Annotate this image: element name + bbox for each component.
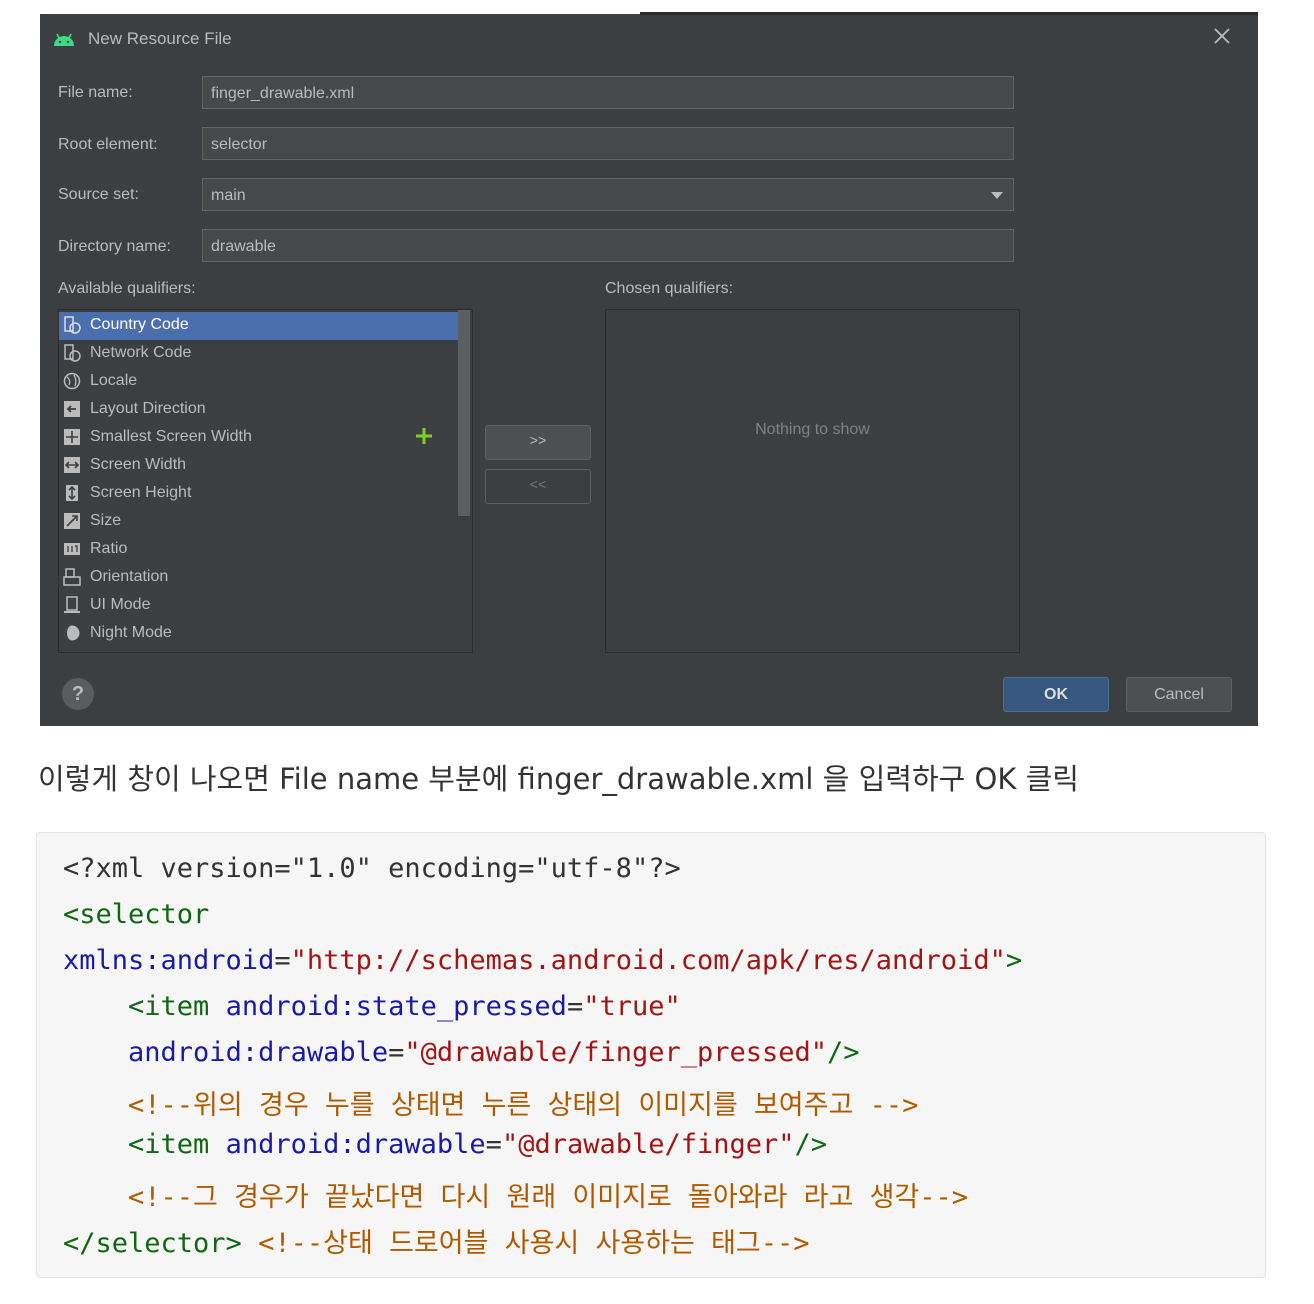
- code-token: =: [566, 991, 584, 1022]
- ide-top-strip: [40, 0, 1258, 15]
- code-block: <?xml version="1.0" encoding="utf-8"?> <…: [36, 832, 1266, 1278]
- qualifier-label: Orientation: [90, 568, 169, 585]
- qualifier-label: Locale: [90, 372, 138, 389]
- screen-height-icon: [66, 485, 78, 501]
- add-qualifier-button[interactable]: >>: [485, 425, 591, 460]
- qualifier-label: Smallest Screen Width: [90, 428, 252, 445]
- root-element-label: Root element:: [58, 136, 158, 153]
- dialog-titlebar: New Resource File: [40, 14, 1258, 64]
- code-line-3: xmlns:android="http://schemas.android.co…: [63, 945, 1022, 976]
- qualifier-label: UI Mode: [90, 596, 151, 613]
- qualifier-item-country-code[interactable]: Country Code: [59, 312, 459, 340]
- qualifier-item-locale[interactable]: Locale: [59, 368, 459, 396]
- code-token: "true": [583, 991, 681, 1022]
- screen-width-icon: [64, 457, 80, 473]
- description-text: 이렇게 창이 나오면 File name 부분에 finger_drawable…: [38, 762, 1079, 796]
- code-token: xmlns:android: [63, 945, 275, 976]
- qualifier-item-orientation[interactable]: Orientation: [59, 564, 459, 592]
- file-name-field[interactable]: finger_drawable.xml: [202, 76, 1014, 109]
- qualifier-label: Screen Height: [90, 484, 192, 501]
- source-set-label: Source set:: [58, 186, 139, 203]
- code-token: =: [388, 1037, 405, 1068]
- qualifier-item-layout-direction[interactable]: Layout Direction: [59, 396, 459, 424]
- chevron-down-icon: [991, 192, 1003, 199]
- qualifier-label: Network Code: [90, 344, 192, 361]
- cancel-button[interactable]: Cancel: [1126, 677, 1232, 712]
- code-line-1: <?xml version="1.0" encoding="utf-8"?>: [63, 853, 681, 884]
- ui-mode-icon: [64, 596, 80, 613]
- code-token: =: [485, 1129, 502, 1160]
- code-token: "@drawable/finger": [501, 1129, 795, 1160]
- code-token: />: [794, 1129, 828, 1160]
- android-icon: [54, 33, 74, 46]
- globe-icon: [63, 372, 81, 390]
- source-set-dropdown[interactable]: main: [202, 178, 1014, 211]
- qualifier-label: Night Mode: [90, 624, 172, 641]
- help-button[interactable]: ?: [62, 678, 94, 710]
- network-code-icon: [64, 344, 81, 362]
- qualifier-item-ui-mode[interactable]: UI Mode: [59, 592, 459, 620]
- directory-name-label: Directory name:: [58, 238, 171, 255]
- qualifier-label: Layout Direction: [90, 400, 206, 417]
- code-token: <?xml version="1.0" encoding="utf-8"?>: [63, 853, 681, 884]
- code-token: "http://schemas.android.com/apk/res/andr…: [290, 945, 1006, 976]
- code-token: android:drawable: [225, 1129, 486, 1160]
- qualifier-label: Size: [90, 512, 122, 529]
- ratio-icon: [64, 543, 80, 555]
- code-line-4: <item android:state_pressed="true": [63, 991, 681, 1022]
- country-code-icon: [64, 316, 81, 334]
- qualifier-item-ratio[interactable]: Ratio: [59, 536, 459, 564]
- remove-qualifier-button[interactable]: <<: [485, 469, 591, 504]
- available-qualifiers-label: Available qualifiers:: [58, 280, 196, 297]
- code-token: />: [827, 1037, 860, 1068]
- chosen-qualifiers-label: Chosen qualifiers:: [605, 280, 734, 297]
- dialog-title: New Resource File: [88, 29, 232, 48]
- code-comment: <!--상태 드로어블 사용시 사용하는 태그-->: [258, 1228, 810, 1259]
- layout-direction-icon: [64, 401, 80, 417]
- qualifier-item-size[interactable]: Size: [59, 508, 459, 536]
- code-token: <selector: [63, 899, 210, 930]
- available-qualifiers-list[interactable]: Country Code Network Code Locale Layout …: [58, 309, 473, 653]
- code-comment: <!--위의 경우 누를 상태면 누른 상태의 이미지를 보여주고 -->: [128, 1090, 919, 1121]
- code-line-8: <!--그 경우가 끝났다면 다시 원래 이미지로 돌아와라 라고 생각-->: [63, 1175, 968, 1214]
- code-token: "@drawable/finger_pressed": [404, 1037, 828, 1068]
- code-token: <item: [128, 991, 210, 1022]
- orientation-icon: [63, 568, 81, 586]
- close-icon[interactable]: [1212, 26, 1232, 46]
- code-token: </selector>: [63, 1228, 242, 1259]
- directory-name-field[interactable]: drawable: [202, 229, 1014, 262]
- ok-button[interactable]: OK: [1003, 677, 1109, 712]
- source-set-value: main: [211, 187, 246, 204]
- ide-screenshot: New Resource File File name: finger_draw…: [40, 0, 1258, 726]
- code-token: android:drawable: [128, 1037, 389, 1068]
- code-comment: <!--그 경우가 끝났다면 다시 원래 이미지로 돌아와라 라고 생각-->: [128, 1182, 969, 1213]
- empty-state-text: Nothing to show: [755, 421, 870, 438]
- qualifier-item-network-code[interactable]: Network Code: [59, 340, 459, 368]
- code-token: android:state_pressed: [225, 991, 567, 1022]
- file-name-label: File name:: [58, 84, 133, 101]
- size-icon: [64, 513, 80, 529]
- qualifier-item-smallest-screen-width[interactable]: Smallest Screen Width: [59, 424, 459, 452]
- root-element-field[interactable]: selector: [202, 127, 1014, 160]
- code-token: >: [1005, 945, 1023, 976]
- code-line-6: <!--위의 경우 누를 상태면 누른 상태의 이미지를 보여주고 -->: [63, 1083, 918, 1122]
- qualifier-list-scrollbar[interactable]: [458, 310, 470, 516]
- qualifier-label: Country Code: [90, 316, 189, 333]
- code-line-2: <selector: [63, 899, 209, 930]
- code-line-5: android:drawable="@drawable/finger_press…: [63, 1037, 860, 1068]
- code-line-9: </selector> <!--상태 드로어블 사용시 사용하는 태그-->: [63, 1221, 810, 1260]
- plus-icon: [416, 428, 432, 444]
- qualifier-label: Ratio: [90, 540, 128, 557]
- code-line-7: <item android:drawable="@drawable/finger…: [63, 1129, 827, 1160]
- qualifier-label: Screen Width: [90, 456, 187, 473]
- night-mode-icon: [64, 625, 80, 641]
- qualifier-item-screen-height[interactable]: Screen Height: [59, 480, 459, 508]
- code-token: <item: [128, 1129, 210, 1160]
- code-token: =: [274, 945, 291, 976]
- qualifier-item-screen-width[interactable]: Screen Width: [59, 452, 459, 480]
- smallest-width-icon: [64, 429, 80, 445]
- qualifier-item-night-mode[interactable]: Night Mode: [59, 620, 459, 648]
- chosen-qualifiers-list[interactable]: Nothing to show: [605, 309, 1020, 653]
